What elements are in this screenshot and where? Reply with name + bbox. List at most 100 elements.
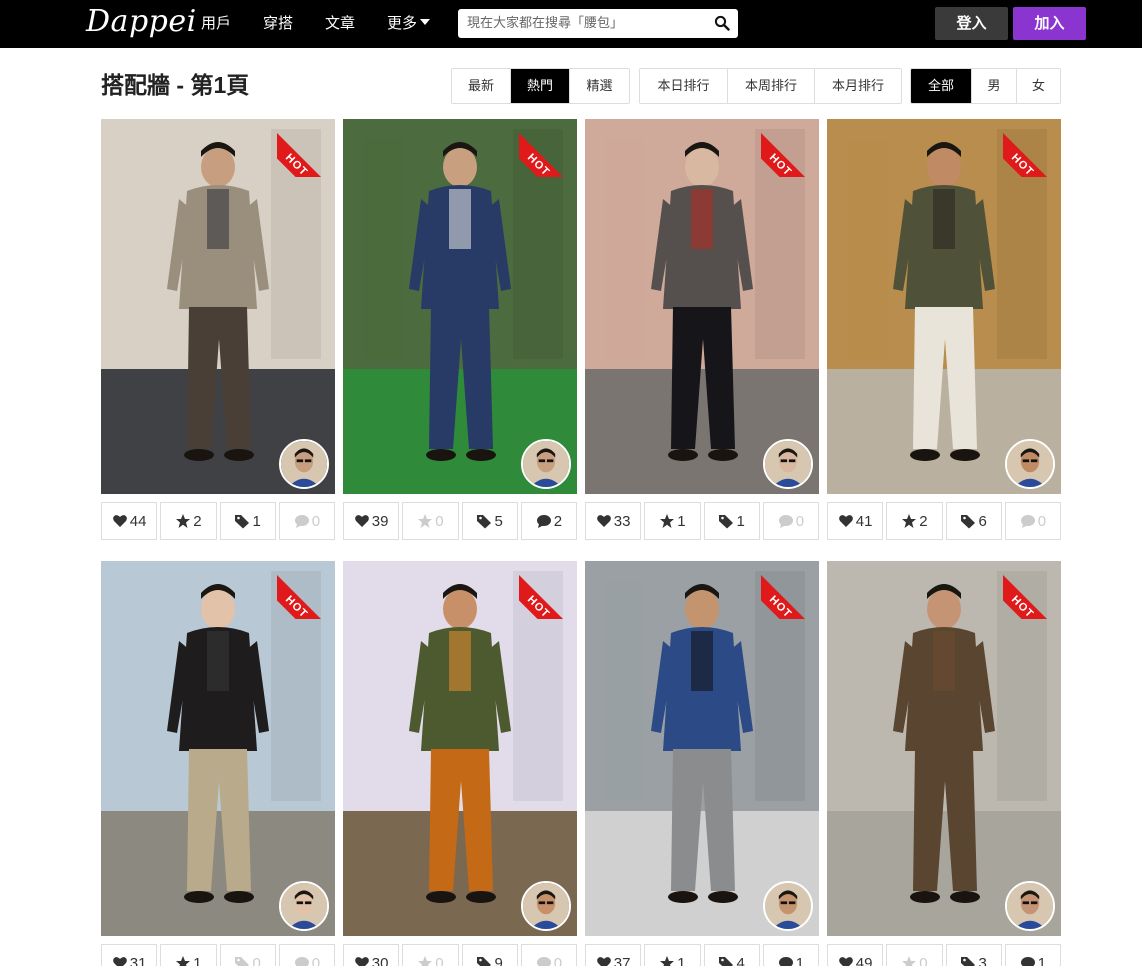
join-button[interactable]: 加入 [1013, 7, 1086, 40]
tab-all[interactable]: 全部 [911, 69, 971, 103]
heart-icon [112, 515, 127, 527]
like-button[interactable]: 49 [827, 944, 884, 966]
star-button-count: 1 [677, 512, 686, 530]
star-button[interactable]: 0 [886, 944, 943, 966]
comment-button[interactable]: 0 [762, 502, 819, 540]
nav-outfits[interactable]: 穿搭 [263, 14, 293, 34]
star-button[interactable]: 0 [402, 944, 459, 966]
star-icon [660, 956, 675, 966]
avatar[interactable] [279, 881, 329, 931]
star-button-count: 2 [193, 512, 202, 530]
heart-icon [596, 957, 611, 966]
avatar[interactable] [521, 881, 571, 931]
like-button[interactable]: 31 [101, 944, 158, 966]
tab-featured[interactable]: 精選 [569, 69, 629, 103]
comment-icon [294, 515, 309, 528]
star-icon [660, 514, 675, 528]
star-button[interactable]: 1 [644, 944, 701, 966]
hot-label: HOT [1008, 151, 1036, 177]
star-button-count: 0 [435, 512, 444, 530]
comment-button[interactable]: 0 [278, 502, 335, 540]
comment-icon [536, 515, 551, 528]
comment-button[interactable]: 0 [278, 944, 335, 966]
like-button[interactable]: 33 [585, 502, 642, 540]
tag-button-count: 4 [736, 954, 745, 966]
comment-icon [778, 957, 793, 966]
nav-more[interactable]: 更多 [387, 14, 431, 34]
tag-button[interactable]: 1 [703, 502, 760, 540]
heart-icon [596, 515, 611, 527]
avatar[interactable] [1005, 439, 1055, 489]
comment-button[interactable]: 2 [520, 502, 577, 540]
tab-daily-rank[interactable]: 本日排行 [640, 69, 727, 103]
star-icon [176, 956, 191, 966]
post-stats: 37 1 4 1 [585, 944, 819, 966]
avatar[interactable] [279, 439, 329, 489]
like-button[interactable]: 37 [585, 944, 642, 966]
like-button-count: 37 [613, 954, 631, 966]
like-button-count: 41 [855, 512, 873, 530]
tab-monthly-rank[interactable]: 本月排行 [814, 69, 901, 103]
comment-button[interactable]: 1 [762, 944, 819, 966]
like-button[interactable]: 39 [343, 502, 400, 540]
tag-button[interactable]: 0 [219, 944, 276, 966]
comment-icon [1020, 957, 1035, 966]
star-button[interactable]: 1 [160, 944, 217, 966]
tag-button-count: 6 [978, 512, 987, 530]
star-button[interactable]: 2 [160, 502, 217, 540]
hot-ribbon: HOT [761, 115, 823, 177]
tab-weekly-rank[interactable]: 本周排行 [727, 69, 814, 103]
tag-button[interactable]: 9 [461, 944, 518, 966]
avatar[interactable] [1005, 881, 1055, 931]
star-button[interactable]: 0 [402, 502, 459, 540]
dappei-logo[interactable]: Dappei [86, 2, 197, 42]
comment-button[interactable]: 0 [520, 944, 577, 966]
heart-icon [354, 515, 369, 527]
tag-icon [719, 515, 734, 529]
star-icon [902, 956, 917, 966]
search-icon[interactable] [714, 15, 730, 31]
hot-label: HOT [282, 593, 310, 619]
avatar[interactable] [763, 881, 813, 931]
like-button[interactable]: 44 [101, 502, 158, 540]
hot-label: HOT [766, 151, 794, 177]
caret-down-icon [420, 19, 431, 25]
tag-button[interactable]: 4 [703, 944, 760, 966]
search-input[interactable] [458, 9, 708, 38]
comment-icon [536, 957, 551, 966]
like-button[interactable]: 30 [343, 944, 400, 966]
star-button[interactable]: 2 [886, 502, 943, 540]
heart-icon [838, 515, 853, 527]
comment-button-count: 1 [1037, 954, 1047, 966]
star-icon [418, 514, 433, 528]
tag-button[interactable]: 6 [945, 502, 1002, 540]
tab-latest[interactable]: 最新 [452, 69, 510, 103]
tag-button-count: 1 [736, 512, 745, 530]
like-button[interactable]: 41 [827, 502, 884, 540]
comment-button[interactable]: 1 [1004, 944, 1061, 966]
tag-button[interactable]: 5 [461, 502, 518, 540]
tag-button-count: 3 [978, 954, 987, 966]
tab-female[interactable]: 女 [1016, 69, 1060, 103]
comment-button-count: 0 [1037, 512, 1047, 530]
like-button-count: 30 [371, 954, 389, 966]
page-title: 搭配牆 - 第1頁 [101, 72, 250, 98]
tag-button[interactable]: 3 [945, 944, 1002, 966]
tag-button[interactable]: 1 [219, 502, 276, 540]
comment-button-count: 0 [795, 512, 805, 530]
login-button[interactable]: 登入 [935, 7, 1008, 40]
star-icon [902, 514, 917, 528]
star-button[interactable]: 1 [644, 502, 701, 540]
gender-tabs: 全部 男 女 [910, 68, 1061, 104]
hot-ribbon: HOT [519, 115, 581, 177]
nav-articles[interactable]: 文章 [325, 14, 355, 34]
like-button-count: 33 [613, 512, 631, 530]
nav-users[interactable]: 用戶 [201, 14, 231, 34]
comment-button[interactable]: 0 [1004, 502, 1061, 540]
avatar[interactable] [763, 439, 813, 489]
comment-button-count: 0 [311, 954, 321, 966]
avatar[interactable] [521, 439, 571, 489]
tab-popular[interactable]: 熱門 [510, 69, 569, 103]
tab-male[interactable]: 男 [971, 69, 1016, 103]
post-stats: 41 2 6 0 [827, 502, 1061, 540]
